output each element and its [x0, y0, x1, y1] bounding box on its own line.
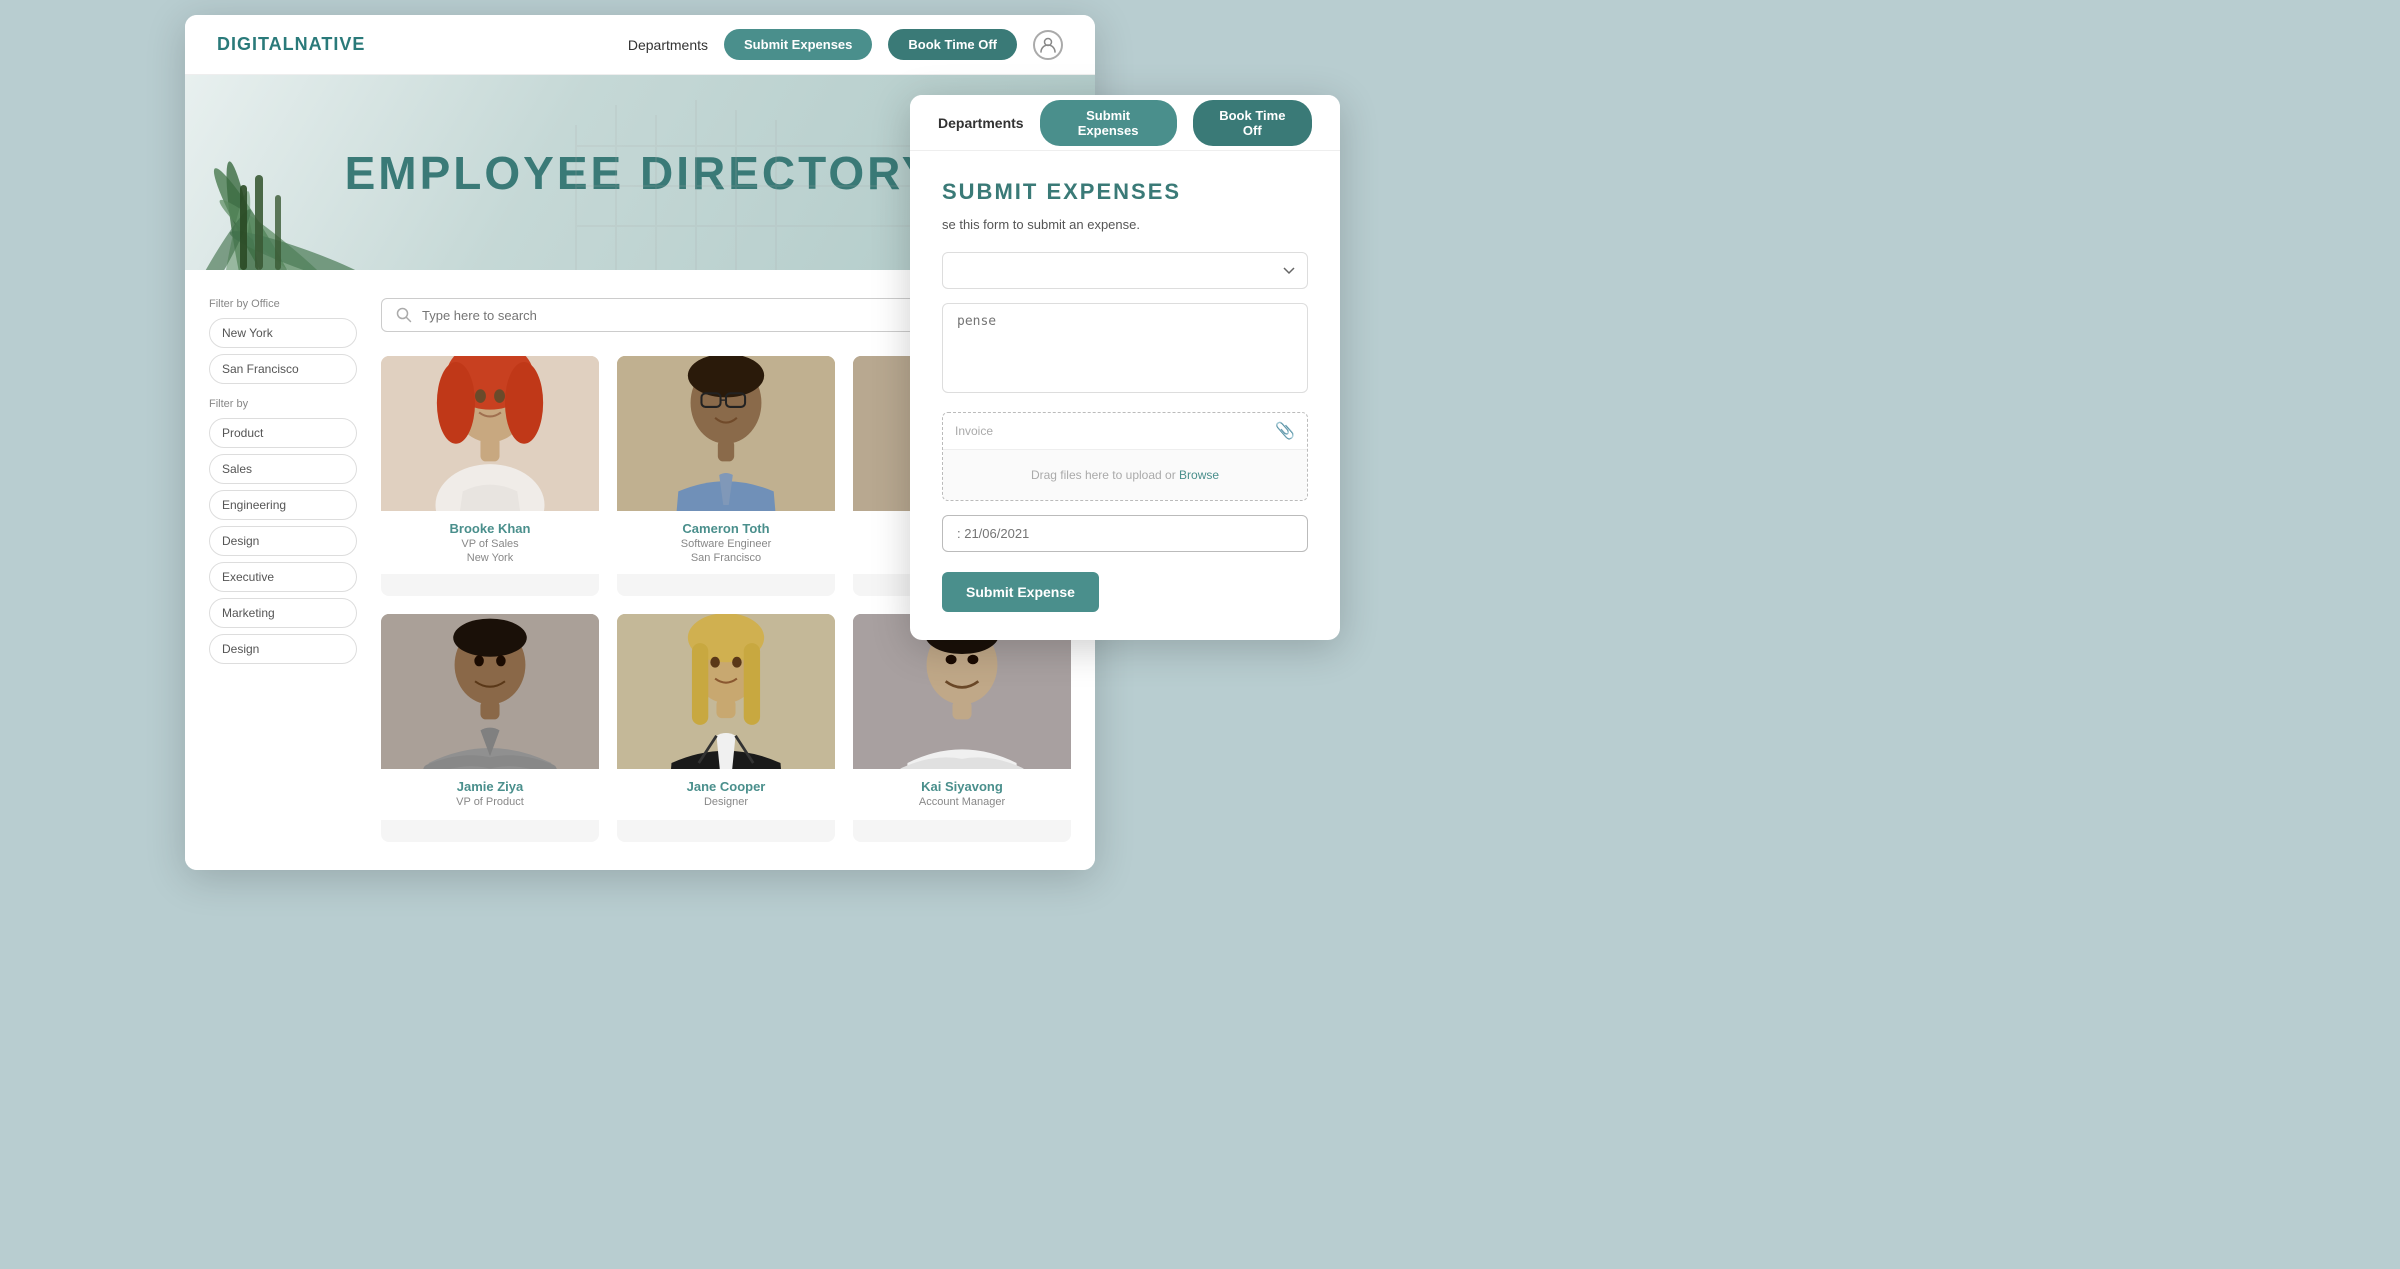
modal-header: Departments Submit Expenses Book Time Of…: [910, 95, 1340, 151]
expense-type-group: Travel Food Equipment: [942, 252, 1308, 289]
sidebar: Filter by Office New York San Francisco …: [209, 298, 357, 842]
filter-by-label: Filter by: [209, 398, 357, 410]
modal-window: Departments Submit Expenses Book Time Of…: [910, 95, 1340, 640]
app-logo: DIGITALNATIVE: [217, 34, 365, 55]
sidebar-item-product[interactable]: Product: [209, 418, 357, 448]
employee-role-kai: Account Manager: [863, 796, 1061, 808]
main-nav: Departments Submit Expenses Book Time Of…: [628, 29, 1063, 60]
search-icon: [396, 307, 412, 323]
employee-card-info-jamie: Jamie Ziya VP of Product: [381, 769, 599, 820]
modal-nav-departments[interactable]: Departments: [938, 115, 1024, 131]
sidebar-item-sales[interactable]: Sales: [209, 454, 357, 484]
upload-drop-area[interactable]: Drag files here to upload or Browse: [943, 450, 1307, 500]
sidebar-item-design[interactable]: Design: [209, 526, 357, 556]
employee-photo-jane: [617, 614, 835, 769]
modal-title: SUBMIT EXPENSES: [942, 179, 1308, 205]
employee-card-jane[interactable]: Jane Cooper Designer: [617, 614, 835, 842]
expense-date-input[interactable]: [942, 515, 1308, 552]
employee-name-jane: Jane Cooper: [627, 779, 825, 794]
filter-office-label: Filter by Office: [209, 298, 357, 310]
employee-card-jamie[interactable]: Jamie Ziya VP of Product: [381, 614, 599, 842]
sidebar-item-executive[interactable]: Executive: [209, 562, 357, 592]
upload-drop-text: Drag files here to upload or: [1031, 468, 1179, 482]
employee-location-brooke: New York: [391, 552, 589, 564]
submit-expenses-button[interactable]: Submit Expenses: [724, 29, 872, 60]
employee-name-cameron: Cameron Toth: [627, 521, 825, 536]
browse-link[interactable]: Browse: [1179, 468, 1219, 482]
upload-label-row: Invoice 📎: [943, 413, 1307, 450]
modal-subtitle: se this form to submit an expense.: [942, 217, 1308, 232]
main-header: DIGITALNATIVE Departments Submit Expense…: [185, 15, 1095, 75]
clip-icon: 📎: [1275, 421, 1295, 441]
submit-expense-button[interactable]: Submit Expense: [942, 572, 1099, 612]
expense-description-textarea[interactable]: [942, 303, 1308, 393]
employee-role-jamie: VP of Product: [391, 796, 589, 808]
modal-nav-submit-expenses[interactable]: Submit Expenses: [1040, 100, 1177, 146]
employee-photo-jamie: [381, 614, 599, 769]
employee-photo-brooke: [381, 356, 599, 511]
expense-description-group: [942, 303, 1308, 398]
sidebar-item-new-york[interactable]: New York: [209, 318, 357, 348]
modal-nav-book-time-off[interactable]: Book Time Off: [1193, 100, 1312, 146]
user-avatar-icon[interactable]: [1033, 30, 1063, 60]
employee-name-jamie: Jamie Ziya: [391, 779, 589, 794]
employee-card-info-brooke: Brooke Khan VP of Sales New York: [381, 511, 599, 574]
book-time-off-button[interactable]: Book Time Off: [888, 29, 1017, 60]
employee-card-info-jane: Jane Cooper Designer: [617, 769, 835, 820]
sidebar-item-marketing[interactable]: Marketing: [209, 598, 357, 628]
employee-card-kai[interactable]: Kai Siyavong Account Manager: [853, 614, 1071, 842]
employee-location-cameron: San Francisco: [627, 552, 825, 564]
nav-departments[interactable]: Departments: [628, 37, 708, 53]
expense-date-group: [942, 515, 1308, 552]
employee-card-brooke[interactable]: Brooke Khan VP of Sales New York: [381, 356, 599, 596]
employee-role-brooke: VP of Sales: [391, 538, 589, 550]
employee-role-jane: Designer: [627, 796, 825, 808]
employee-card-cameron[interactable]: Cameron Toth Software Engineer San Franc…: [617, 356, 835, 596]
sidebar-item-san-francisco[interactable]: San Francisco: [209, 354, 357, 384]
employee-card-info-cameron: Cameron Toth Software Engineer San Franc…: [617, 511, 835, 574]
upload-section: Invoice 📎 Drag files here to upload or B…: [942, 412, 1308, 501]
sidebar-item-design2[interactable]: Design: [209, 634, 357, 664]
employee-role-cameron: Software Engineer: [627, 538, 825, 550]
invoice-upload-group: Invoice 📎 Drag files here to upload or B…: [942, 412, 1308, 501]
employee-card-info-kai: Kai Siyavong Account Manager: [853, 769, 1071, 820]
sidebar-item-engineering[interactable]: Engineering: [209, 490, 357, 520]
employee-photo-cameron: [617, 356, 835, 511]
upload-label: Invoice: [955, 424, 993, 438]
expense-type-select[interactable]: Travel Food Equipment: [942, 252, 1308, 289]
employee-name-kai: Kai Siyavong: [863, 779, 1061, 794]
modal-content: SUBMIT EXPENSES se this form to submit a…: [910, 151, 1340, 640]
employee-name-brooke: Brooke Khan: [391, 521, 589, 536]
